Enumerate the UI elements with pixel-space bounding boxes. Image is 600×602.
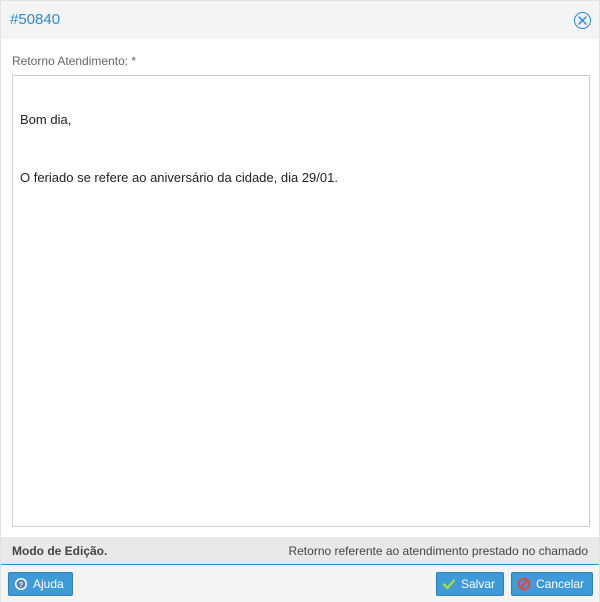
save-button-label: Salvar <box>461 577 496 591</box>
retorno-atendimento-label: Retorno Atendimento: * <box>12 54 137 68</box>
help-button[interactable]: ? Ajuda <box>8 572 73 596</box>
retorno-atendimento-textarea[interactable]: Bom dia, O feriado se refere ao aniversá… <box>12 75 590 527</box>
status-bar: Modo de Edição. Retorno referente ao ate… <box>1 537 599 565</box>
close-button[interactable] <box>574 12 591 29</box>
dialog-title: #50840 <box>10 11 61 28</box>
text-line: Bom dia, <box>20 112 72 127</box>
status-description: Retorno referente ao atendimento prestad… <box>288 544 588 558</box>
cancel-button-label: Cancelar <box>536 577 585 591</box>
help-circle-icon: ? <box>14 577 28 591</box>
edit-mode-label: Modo de Edição. <box>12 544 108 558</box>
dialog-titlebar: #50840 <box>1 1 599 39</box>
check-icon <box>442 577 456 591</box>
help-button-label: Ajuda <box>33 577 64 591</box>
dialog-window: #50840 Retorno Atendimento: * Bom dia, O… <box>0 0 600 602</box>
text-line: O feriado se refere ao aniversário da ci… <box>20 170 338 185</box>
close-circle-icon <box>578 16 587 25</box>
save-button[interactable]: Salvar <box>436 572 504 596</box>
dialog-footer: ? Ajuda Salvar Cancelar <box>1 566 599 602</box>
cancel-circle-icon <box>517 577 531 591</box>
svg-text:?: ? <box>19 582 23 589</box>
cancel-button[interactable]: Cancelar <box>511 572 593 596</box>
